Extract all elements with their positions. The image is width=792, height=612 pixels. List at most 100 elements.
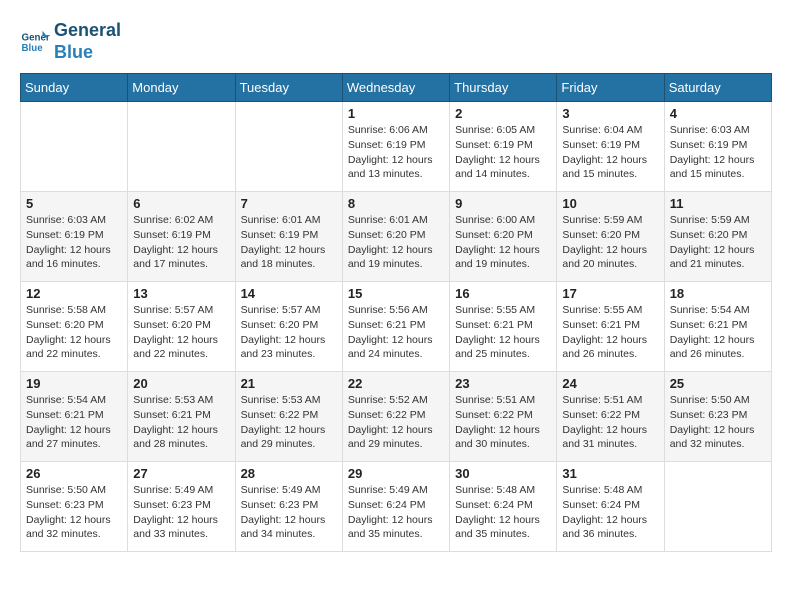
day-info: Sunrise: 5:49 AM Sunset: 6:23 PM Dayligh… — [133, 483, 229, 542]
day-number: 17 — [562, 286, 658, 301]
day-info: Sunrise: 5:53 AM Sunset: 6:22 PM Dayligh… — [241, 393, 337, 452]
calendar-header-row: SundayMondayTuesdayWednesdayThursdayFrid… — [21, 74, 772, 102]
calendar-cell: 23 Sunrise: 5:51 AM Sunset: 6:22 PM Dayli… — [450, 372, 557, 462]
weekday-header-sunday: Sunday — [21, 74, 128, 102]
calendar-cell — [235, 102, 342, 192]
calendar-cell: 27 Sunrise: 5:49 AM Sunset: 6:23 PM Dayli… — [128, 462, 235, 552]
day-info: Sunrise: 5:57 AM Sunset: 6:20 PM Dayligh… — [241, 303, 337, 362]
weekday-header-friday: Friday — [557, 74, 664, 102]
day-info: Sunrise: 5:54 AM Sunset: 6:21 PM Dayligh… — [26, 393, 122, 452]
day-number: 9 — [455, 196, 551, 211]
day-info: Sunrise: 5:53 AM Sunset: 6:21 PM Dayligh… — [133, 393, 229, 452]
calendar-cell: 17 Sunrise: 5:55 AM Sunset: 6:21 PM Dayli… — [557, 282, 664, 372]
day-info: Sunrise: 5:48 AM Sunset: 6:24 PM Dayligh… — [455, 483, 551, 542]
calendar-cell: 28 Sunrise: 5:49 AM Sunset: 6:23 PM Dayli… — [235, 462, 342, 552]
day-info: Sunrise: 6:03 AM Sunset: 6:19 PM Dayligh… — [670, 123, 766, 182]
day-number: 23 — [455, 376, 551, 391]
day-info: Sunrise: 5:55 AM Sunset: 6:21 PM Dayligh… — [562, 303, 658, 362]
day-number: 2 — [455, 106, 551, 121]
svg-text:Blue: Blue — [22, 43, 44, 54]
day-number: 30 — [455, 466, 551, 481]
calendar-cell: 2 Sunrise: 6:05 AM Sunset: 6:19 PM Daylig… — [450, 102, 557, 192]
calendar-week-5: 26 Sunrise: 5:50 AM Sunset: 6:23 PM Dayli… — [21, 462, 772, 552]
calendar-cell: 12 Sunrise: 5:58 AM Sunset: 6:20 PM Dayli… — [21, 282, 128, 372]
logo-line1: General — [54, 20, 121, 40]
day-info: Sunrise: 5:50 AM Sunset: 6:23 PM Dayligh… — [670, 393, 766, 452]
day-number: 11 — [670, 196, 766, 211]
calendar-cell: 25 Sunrise: 5:50 AM Sunset: 6:23 PM Dayli… — [664, 372, 771, 462]
calendar-cell: 1Sunrise: 6:06 AM Sunset: 6:19 PM Daylig… — [342, 102, 449, 192]
calendar-cell: 3 Sunrise: 6:04 AM Sunset: 6:19 PM Daylig… — [557, 102, 664, 192]
calendar-week-3: 12 Sunrise: 5:58 AM Sunset: 6:20 PM Dayli… — [21, 282, 772, 372]
calendar-cell: 24 Sunrise: 5:51 AM Sunset: 6:22 PM Dayli… — [557, 372, 664, 462]
day-info: Sunrise: 6:05 AM Sunset: 6:19 PM Dayligh… — [455, 123, 551, 182]
day-number: 1 — [348, 106, 444, 121]
day-number: 16 — [455, 286, 551, 301]
day-info: Sunrise: 6:04 AM Sunset: 6:19 PM Dayligh… — [562, 123, 658, 182]
day-number: 3 — [562, 106, 658, 121]
calendar-cell: 19 Sunrise: 5:54 AM Sunset: 6:21 PM Dayli… — [21, 372, 128, 462]
calendar-table: SundayMondayTuesdayWednesdayThursdayFrid… — [20, 73, 772, 552]
day-number: 26 — [26, 466, 122, 481]
calendar-cell: 5Sunrise: 6:03 AM Sunset: 6:19 PM Daylig… — [21, 192, 128, 282]
calendar-cell: 29Sunrise: 5:49 AM Sunset: 6:24 PM Dayli… — [342, 462, 449, 552]
day-info: Sunrise: 5:54 AM Sunset: 6:21 PM Dayligh… — [670, 303, 766, 362]
calendar-cell: 22Sunrise: 5:52 AM Sunset: 6:22 PM Dayli… — [342, 372, 449, 462]
day-info: Sunrise: 5:58 AM Sunset: 6:20 PM Dayligh… — [26, 303, 122, 362]
day-number: 12 — [26, 286, 122, 301]
day-number: 22 — [348, 376, 444, 391]
calendar-cell: 4Sunrise: 6:03 AM Sunset: 6:19 PM Daylig… — [664, 102, 771, 192]
calendar-cell: 10 Sunrise: 5:59 AM Sunset: 6:20 PM Dayli… — [557, 192, 664, 282]
weekday-header-saturday: Saturday — [664, 74, 771, 102]
day-number: 8 — [348, 196, 444, 211]
day-info: Sunrise: 5:56 AM Sunset: 6:21 PM Dayligh… — [348, 303, 444, 362]
day-number: 10 — [562, 196, 658, 211]
calendar-cell: 21 Sunrise: 5:53 AM Sunset: 6:22 PM Dayli… — [235, 372, 342, 462]
day-number: 21 — [241, 376, 337, 391]
day-number: 14 — [241, 286, 337, 301]
logo-line2: Blue — [54, 42, 93, 62]
day-number: 5 — [26, 196, 122, 211]
day-info: Sunrise: 5:59 AM Sunset: 6:20 PM Dayligh… — [562, 213, 658, 272]
calendar-cell: 30 Sunrise: 5:48 AM Sunset: 6:24 PM Dayli… — [450, 462, 557, 552]
day-info: Sunrise: 5:49 AM Sunset: 6:23 PM Dayligh… — [241, 483, 337, 542]
calendar-week-2: 5Sunrise: 6:03 AM Sunset: 6:19 PM Daylig… — [21, 192, 772, 282]
day-info: Sunrise: 5:51 AM Sunset: 6:22 PM Dayligh… — [455, 393, 551, 452]
day-number: 29 — [348, 466, 444, 481]
day-number: 19 — [26, 376, 122, 391]
day-number: 15 — [348, 286, 444, 301]
day-info: Sunrise: 5:48 AM Sunset: 6:24 PM Dayligh… — [562, 483, 658, 542]
day-number: 28 — [241, 466, 337, 481]
day-info: Sunrise: 6:00 AM Sunset: 6:20 PM Dayligh… — [455, 213, 551, 272]
calendar-cell: 15 Sunrise: 5:56 AM Sunset: 6:21 PM Dayli… — [342, 282, 449, 372]
weekday-header-tuesday: Tuesday — [235, 74, 342, 102]
day-info: Sunrise: 6:01 AM Sunset: 6:19 PM Dayligh… — [241, 213, 337, 272]
day-info: Sunrise: 5:50 AM Sunset: 6:23 PM Dayligh… — [26, 483, 122, 542]
calendar-cell: 9 Sunrise: 6:00 AM Sunset: 6:20 PM Daylig… — [450, 192, 557, 282]
day-number: 20 — [133, 376, 229, 391]
weekday-header-wednesday: Wednesday — [342, 74, 449, 102]
day-info: Sunrise: 5:51 AM Sunset: 6:22 PM Dayligh… — [562, 393, 658, 452]
day-number: 24 — [562, 376, 658, 391]
calendar-cell — [128, 102, 235, 192]
day-info: Sunrise: 6:01 AM Sunset: 6:20 PM Dayligh… — [348, 213, 444, 272]
calendar-cell: 14 Sunrise: 5:57 AM Sunset: 6:20 PM Dayli… — [235, 282, 342, 372]
day-number: 25 — [670, 376, 766, 391]
day-number: 6 — [133, 196, 229, 211]
day-info: Sunrise: 5:57 AM Sunset: 6:20 PM Dayligh… — [133, 303, 229, 362]
day-number: 27 — [133, 466, 229, 481]
calendar-cell — [664, 462, 771, 552]
calendar-week-1: 1Sunrise: 6:06 AM Sunset: 6:19 PM Daylig… — [21, 102, 772, 192]
day-number: 31 — [562, 466, 658, 481]
calendar-cell — [21, 102, 128, 192]
day-info: Sunrise: 5:59 AM Sunset: 6:20 PM Dayligh… — [670, 213, 766, 272]
calendar-cell: 26 Sunrise: 5:50 AM Sunset: 6:23 PM Dayli… — [21, 462, 128, 552]
day-number: 13 — [133, 286, 229, 301]
logo-text: General Blue — [54, 20, 121, 63]
calendar-cell: 20 Sunrise: 5:53 AM Sunset: 6:21 PM Dayli… — [128, 372, 235, 462]
day-number: 18 — [670, 286, 766, 301]
calendar-cell: 13 Sunrise: 5:57 AM Sunset: 6:20 PM Dayli… — [128, 282, 235, 372]
calendar-cell: 16Sunrise: 5:55 AM Sunset: 6:21 PM Dayli… — [450, 282, 557, 372]
day-number: 7 — [241, 196, 337, 211]
weekday-header-thursday: Thursday — [450, 74, 557, 102]
